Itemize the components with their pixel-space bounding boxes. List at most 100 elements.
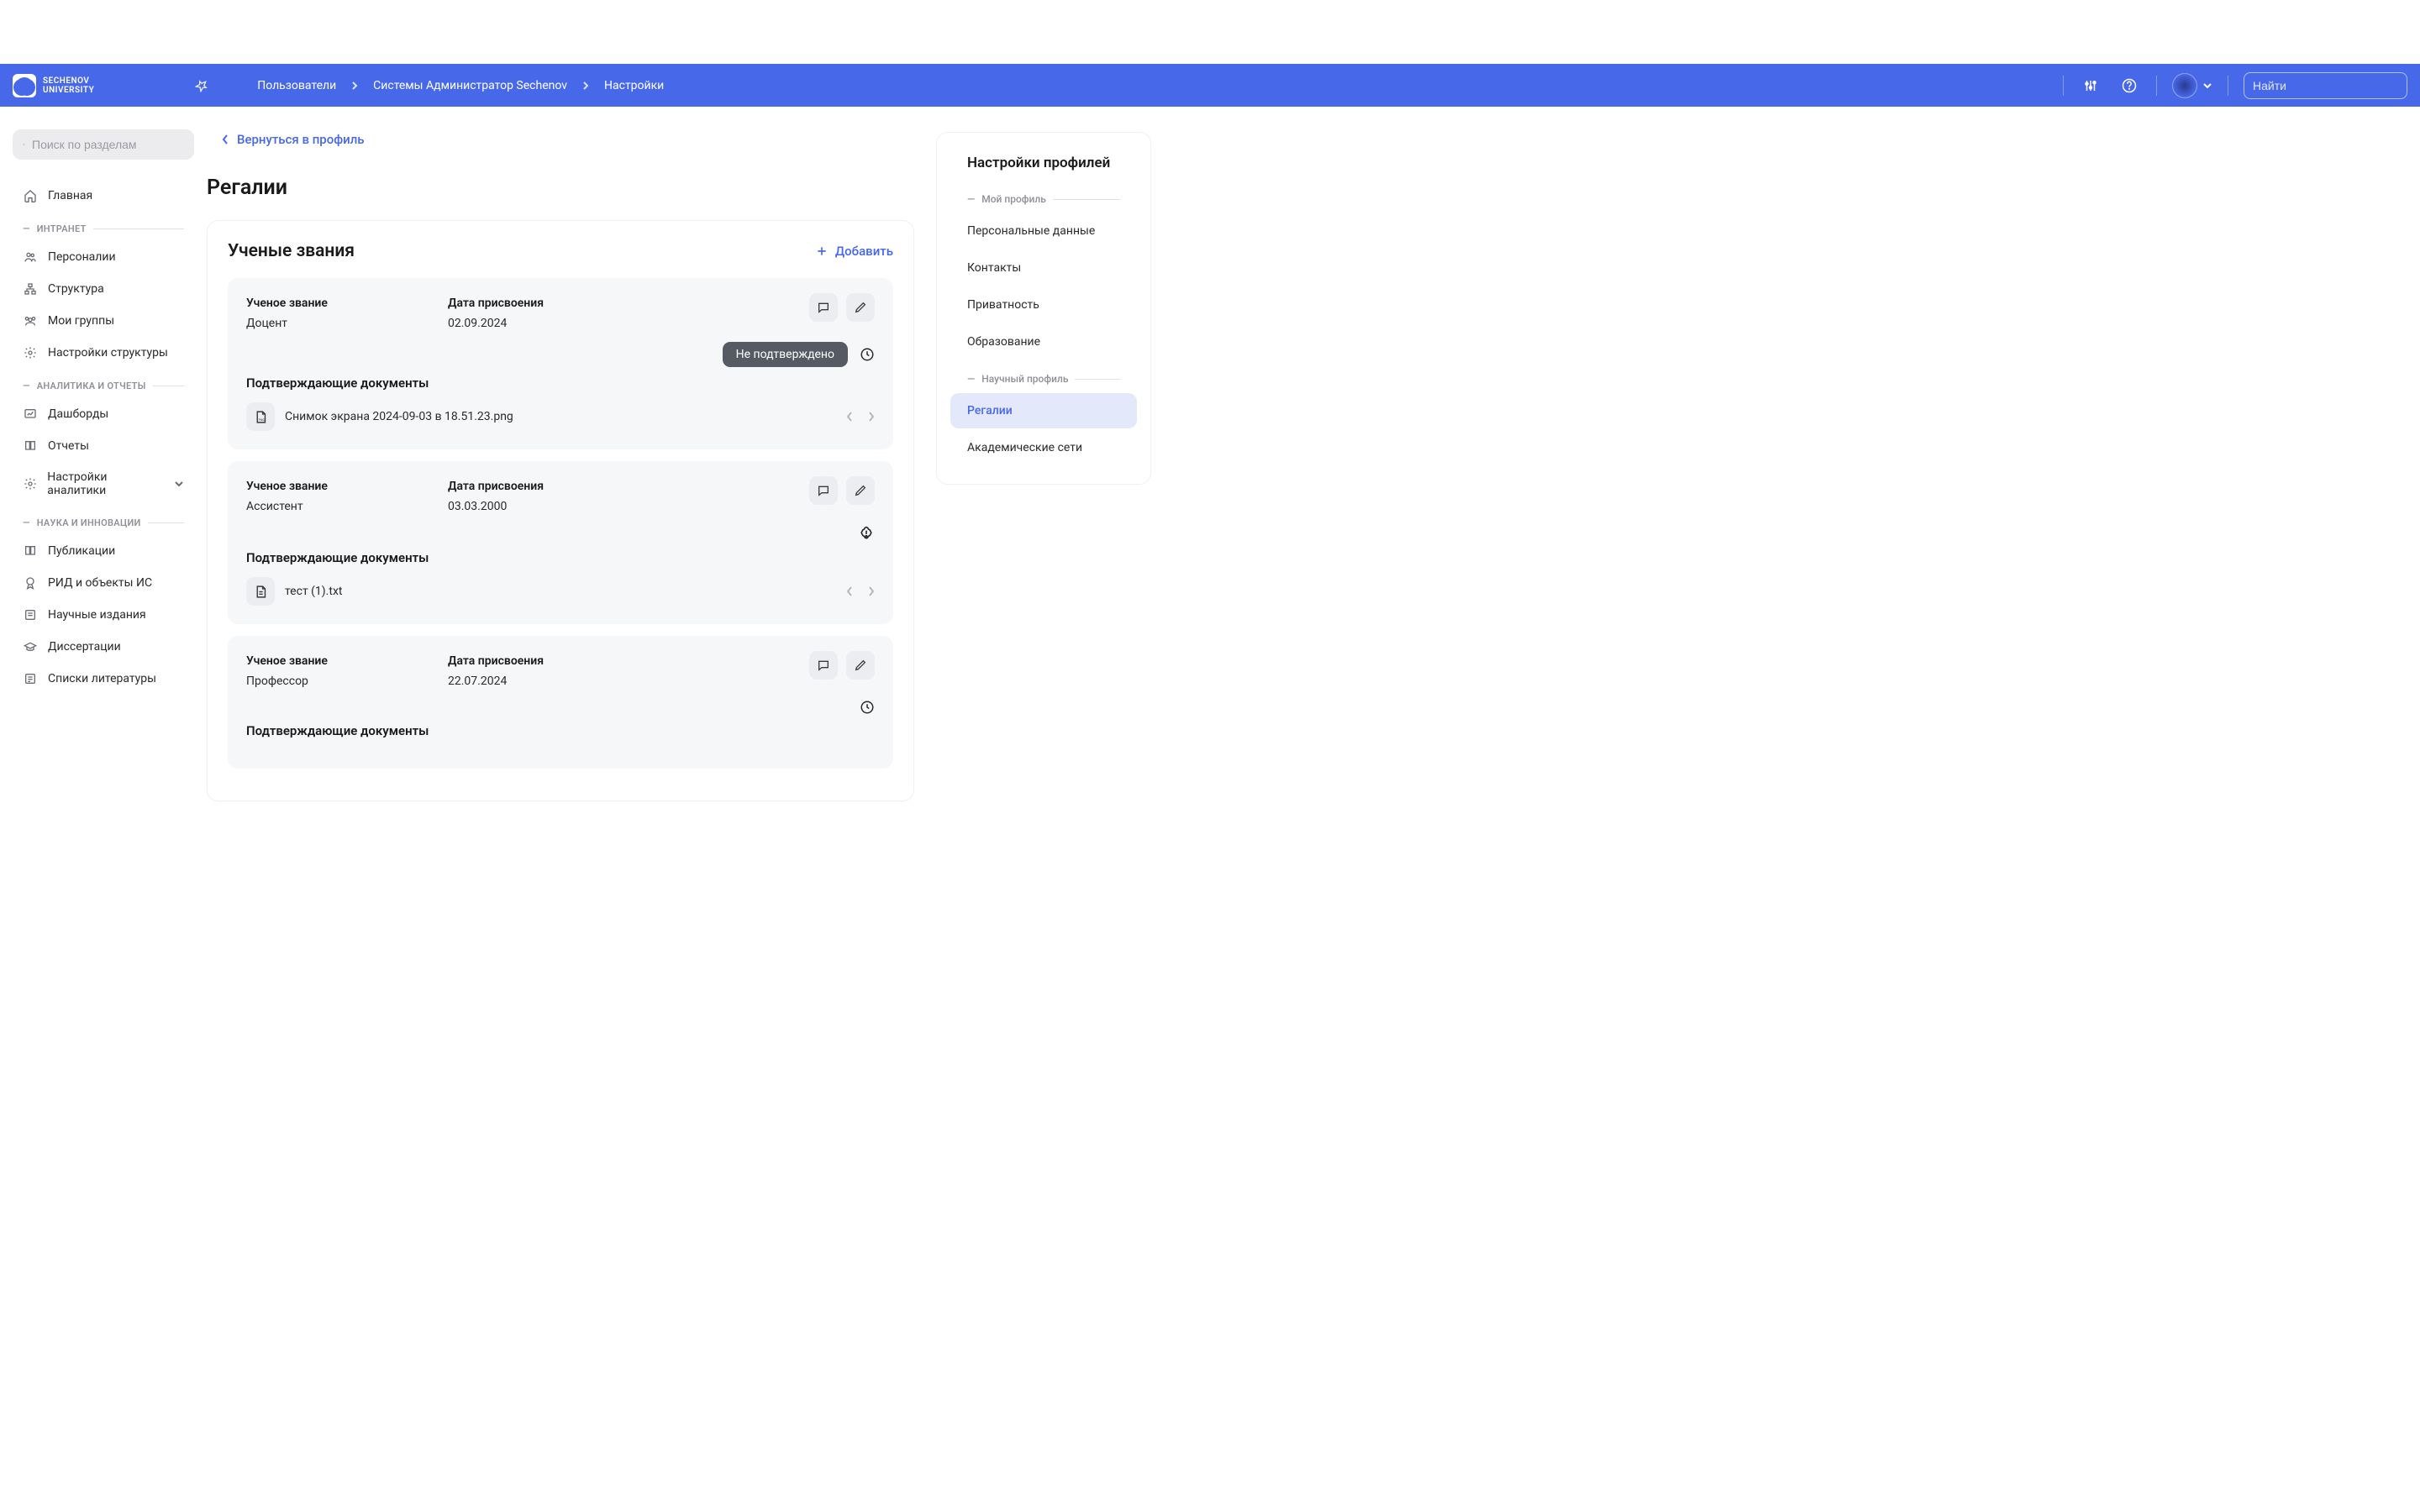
comment-button[interactable] bbox=[809, 476, 838, 505]
file-next[interactable] bbox=[868, 585, 875, 597]
file-chip[interactable] bbox=[246, 577, 275, 606]
rank-value: Доцент bbox=[246, 317, 397, 330]
sidebar-item-bibliography[interactable]: Списки литературы bbox=[13, 663, 194, 695]
file-row: тест (1).txt bbox=[246, 577, 875, 606]
settings-item-academic-networks[interactable]: Академические сети bbox=[950, 430, 1137, 465]
date-label: Дата присвоения bbox=[448, 480, 599, 493]
file-png-icon: PNG bbox=[254, 410, 268, 424]
sidebar-item-label: Списки литературы bbox=[48, 672, 156, 685]
header: SECHENOV UNIVERSITY Пользователи Системы… bbox=[0, 64, 2420, 107]
rank-entry: Ученое звание Доцент Дата присвоения 02.… bbox=[228, 278, 893, 449]
publication-icon bbox=[24, 544, 37, 558]
settings-item-education[interactable]: Образование bbox=[950, 324, 1137, 360]
chevron-right-icon bbox=[582, 81, 589, 91]
settings-section: —Мой профиль bbox=[950, 190, 1137, 213]
help-button[interactable] bbox=[2118, 74, 2141, 97]
sidebar-item-label: Дашборды bbox=[48, 407, 108, 421]
sidebar-item-dissertations[interactable]: Диссертации bbox=[13, 631, 194, 663]
edit-button[interactable] bbox=[846, 651, 875, 680]
logo[interactable]: SECHENOV UNIVERSITY bbox=[13, 74, 94, 97]
sidebar-item-journals[interactable]: Научные издания bbox=[13, 599, 194, 631]
rank-label: Ученое звание bbox=[246, 480, 397, 493]
file-prev[interactable] bbox=[846, 585, 853, 597]
sidebar-item-analytics-settings[interactable]: Настройки аналитики bbox=[13, 462, 194, 506]
sidebar-item-label: Настройки аналитики bbox=[47, 470, 164, 497]
svg-text:PNG: PNG bbox=[258, 417, 265, 421]
settings-item-privacy[interactable]: Приватность bbox=[950, 287, 1137, 323]
logo-icon bbox=[13, 74, 36, 97]
sidebar-section: —НАУКА И ИННОВАЦИИ bbox=[13, 506, 194, 535]
sidebar-item-label: Отчеты bbox=[48, 439, 89, 453]
file-name[interactable]: тест (1).txt bbox=[285, 585, 342, 598]
sidebar-search[interactable] bbox=[13, 129, 194, 160]
search-icon bbox=[23, 138, 25, 151]
status-badge: Не подтверждено bbox=[723, 342, 848, 367]
dashboard-icon bbox=[24, 407, 37, 421]
chevron-left-icon bbox=[846, 585, 853, 597]
sidebar-section: —АНАЛИТИКА И ОТЧЕТЫ bbox=[13, 369, 194, 398]
search-input[interactable] bbox=[2253, 79, 2405, 92]
edit-button[interactable] bbox=[846, 476, 875, 505]
global-search[interactable] bbox=[2244, 72, 2407, 99]
sidebar-item-label: Главная bbox=[48, 189, 92, 202]
sidebar-item-structure[interactable]: Структура bbox=[13, 273, 194, 305]
file-next[interactable] bbox=[868, 411, 875, 423]
sidebar-search-input[interactable] bbox=[32, 138, 184, 151]
sidebar-item-home[interactable]: Главная bbox=[13, 180, 194, 212]
file-row: PNG Снимок экрана 2024-09-03 в 18.51.23.… bbox=[246, 402, 875, 431]
add-label: Добавить bbox=[835, 244, 893, 259]
docs-label: Подтверждающие документы bbox=[246, 550, 875, 565]
edit-button[interactable] bbox=[846, 293, 875, 322]
chevron-right-icon bbox=[351, 81, 358, 91]
help-icon bbox=[2122, 78, 2137, 93]
gear-icon bbox=[24, 477, 37, 491]
comment-button[interactable] bbox=[809, 651, 838, 680]
date-value: 02.09.2024 bbox=[448, 317, 599, 330]
warning-icon bbox=[858, 525, 875, 542]
sidebar-item-struct-settings[interactable]: Настройки структуры bbox=[13, 337, 194, 369]
settings-section: —Научный профиль bbox=[950, 370, 1137, 393]
book-icon bbox=[24, 439, 37, 453]
journal-icon bbox=[24, 608, 37, 622]
edit-icon bbox=[854, 659, 867, 672]
user-menu[interactable] bbox=[2172, 73, 2212, 98]
date-value: 22.07.2024 bbox=[448, 675, 599, 688]
settings-panel: Настройки профилей —Мой профиль Персонал… bbox=[936, 132, 1151, 485]
chevron-down-icon bbox=[174, 480, 184, 487]
list-icon bbox=[24, 672, 37, 685]
sidebar-item-publications[interactable]: Публикации bbox=[13, 535, 194, 567]
pin-icon bbox=[195, 79, 208, 92]
clock-icon bbox=[860, 347, 875, 362]
sidebar-item-reports[interactable]: Отчеты bbox=[13, 430, 194, 462]
breadcrumb-link[interactable]: Пользователи bbox=[257, 79, 336, 92]
chevron-down-icon bbox=[2202, 82, 2212, 89]
sidebar-section: —ИНТРАНЕТ bbox=[13, 212, 194, 241]
breadcrumb-link[interactable]: Системы Администратор Sechenov bbox=[373, 79, 567, 92]
ranks-card: Ученые звания Добавить Ученое звание Доц… bbox=[207, 220, 914, 801]
sidebar-item-rid[interactable]: РИД и объекты ИС bbox=[13, 567, 194, 599]
file-prev[interactable] bbox=[846, 411, 853, 423]
back-link[interactable]: Вернуться в профиль bbox=[207, 132, 914, 147]
settings-item-regalia[interactable]: Регалии bbox=[950, 393, 1137, 428]
logo-line2: UNIVERSITY bbox=[43, 86, 94, 95]
file-chip[interactable]: PNG bbox=[246, 402, 275, 431]
settings-item-contacts[interactable]: Контакты bbox=[950, 250, 1137, 286]
sidebar-item-label: Публикации bbox=[48, 544, 115, 558]
settings-item-personal[interactable]: Персональные данные bbox=[950, 213, 1137, 249]
ranks-title: Ученые звания bbox=[228, 241, 355, 261]
edit-icon bbox=[854, 484, 867, 497]
breadcrumb: Пользователи Системы Администратор Seche… bbox=[257, 79, 664, 92]
pin-button[interactable] bbox=[187, 71, 217, 101]
file-name[interactable]: Снимок экрана 2024-09-03 в 18.51.23.png bbox=[285, 410, 513, 423]
chevron-right-icon bbox=[868, 411, 875, 423]
chevron-left-icon bbox=[846, 411, 853, 423]
breadcrumb-link[interactable]: Настройки bbox=[604, 79, 664, 92]
avatar bbox=[2172, 73, 2197, 98]
add-rank-button[interactable]: Добавить bbox=[815, 244, 893, 259]
sidebar-item-personalii[interactable]: Персоналии bbox=[13, 241, 194, 273]
sidebar-item-dashboards[interactable]: Дашборды bbox=[13, 398, 194, 430]
sidebar-item-groups[interactable]: Мои группы bbox=[13, 305, 194, 337]
chevron-right-icon bbox=[868, 585, 875, 597]
settings-button[interactable] bbox=[2079, 74, 2102, 97]
comment-button[interactable] bbox=[809, 293, 838, 322]
